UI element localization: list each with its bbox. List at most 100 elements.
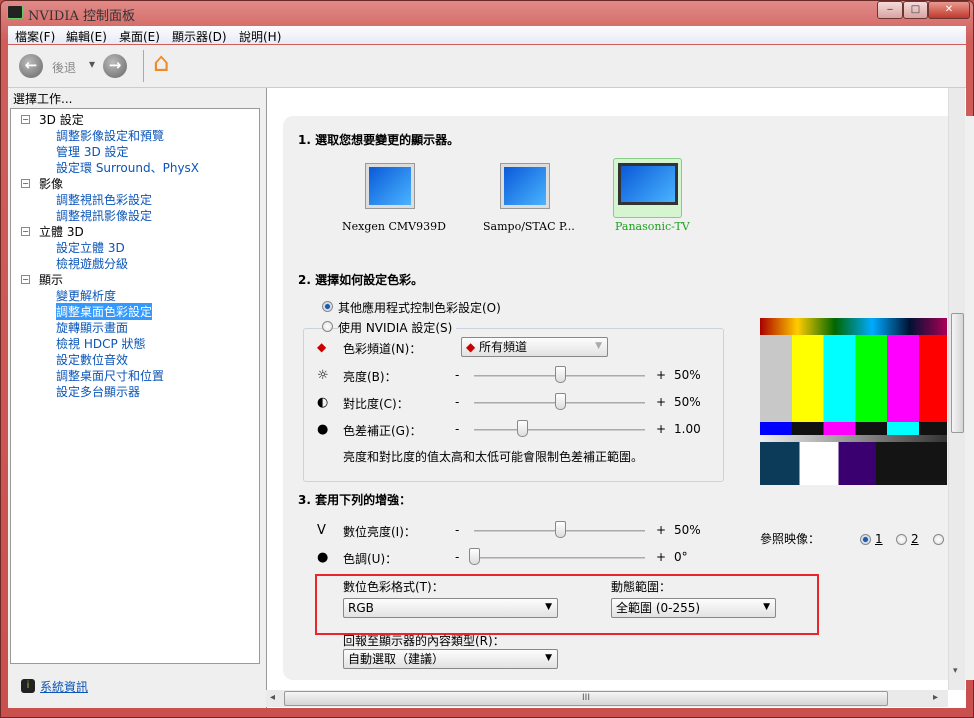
minimize-button[interactable]: ‒ — [877, 1, 903, 19]
slider-value: 50% — [674, 368, 701, 382]
menu-edit[interactable]: 編輯(E) — [66, 28, 107, 45]
reference-radio-3[interactable] — [933, 534, 944, 545]
collapse-icon[interactable]: − — [21, 227, 30, 236]
scroll-left-arrow[interactable]: ◂ — [270, 692, 275, 703]
vertical-scroll-thumb[interactable] — [951, 313, 964, 433]
section3-slider-label: 色調(U)： — [343, 552, 398, 566]
slider-thumb[interactable] — [469, 548, 480, 565]
chevron-down-icon: ▼ — [545, 653, 552, 663]
hue-icon: ● — [317, 550, 329, 565]
reference-radio-2[interactable] — [896, 534, 907, 545]
radio-nvidia-settings-label[interactable]: 使用 NVIDIA 設定(S) — [338, 319, 457, 336]
dynamic-range-dropdown[interactable]: 全範圍 (0-255) ▼ — [611, 598, 776, 618]
collapse-icon[interactable]: − — [21, 115, 30, 124]
tree-item[interactable]: 旋轉顯示畫面 — [56, 319, 128, 336]
color-channel-dropdown[interactable]: ◆ 所有頻道 ▼ — [461, 337, 608, 357]
slider-track[interactable] — [474, 557, 645, 559]
tree-category[interactable]: 立體 3D — [39, 223, 84, 240]
close-button[interactable]: ✕ — [928, 1, 970, 19]
menu-bar: 檔案(F) 編輯(E) 桌面(E) 顯示器(D) 說明(H) — [8, 26, 966, 44]
color-format-dropdown[interactable]: RGB ▼ — [343, 598, 558, 618]
system-info-icon: i — [21, 679, 35, 693]
slider-thumb[interactable] — [516, 420, 528, 437]
tree-item[interactable]: 設定環 Surround、PhysX — [56, 159, 199, 176]
display-panasonic-tv[interactable] — [613, 158, 682, 218]
minus-label: - — [455, 395, 460, 409]
menu-display[interactable]: 顯示器(D) — [172, 28, 227, 45]
vertical-scrollbar[interactable]: ▾ — [948, 88, 965, 690]
radio-nvidia-settings[interactable] — [322, 321, 333, 332]
color-bars — [760, 335, 947, 422]
sidebar-heading: 選擇工作... — [13, 92, 73, 106]
maximize-button[interactable]: □ — [903, 1, 928, 19]
back-button-label[interactable]: 後退 — [52, 59, 76, 76]
display-nexgen[interactable] — [350, 160, 430, 220]
tree-item-selected[interactable]: 調整桌面色彩設定 — [56, 303, 153, 320]
tree-item[interactable]: 設定立體 3D — [56, 239, 125, 256]
tree-category[interactable]: 顯示 — [39, 271, 63, 288]
plus-label: + — [656, 550, 667, 564]
slider-thumb[interactable] — [554, 393, 566, 410]
tree-item[interactable]: 變更解析度 — [56, 287, 116, 304]
radio-other-apps-label[interactable]: 其他應用程式控制色彩設定(O) — [338, 299, 501, 316]
plus-label: + — [656, 422, 667, 436]
slider-value: 50% — [674, 395, 701, 409]
tv-icon — [618, 163, 678, 205]
minus-label: - — [455, 368, 460, 382]
slider-thumb[interactable] — [554, 521, 566, 538]
back-history-dropdown[interactable]: ▾ — [89, 57, 95, 71]
content-type-label: 回報至顯示器的內容類型(R)： — [343, 634, 505, 648]
minus-label: - — [455, 523, 460, 537]
scroll-down-arrow[interactable]: ▾ — [953, 666, 958, 676]
tree-category[interactable]: 3D 設定 — [39, 111, 84, 128]
toolbar: ← 後退 ▾ → ⌂ — [8, 45, 966, 88]
reference-radio-2-label[interactable]: 2 — [911, 532, 919, 546]
collapse-icon[interactable]: − — [21, 275, 30, 284]
tree-item[interactable]: 檢視遊戲分級 — [56, 255, 128, 272]
home-icon[interactable]: ⌂ — [153, 48, 170, 78]
tree-item[interactable]: 管理 3D 設定 — [56, 143, 129, 160]
reverse-bars — [760, 422, 947, 435]
menu-desktop[interactable]: 桌面(E) — [119, 28, 160, 45]
chevron-down-icon: ▼ — [763, 602, 770, 612]
reference-radio-1[interactable] — [860, 534, 871, 545]
brightness-icon: ☼ — [317, 368, 329, 383]
content-type-value: 自動選取（建議） — [348, 652, 445, 666]
tree-item[interactable]: 調整視訊影像設定 — [56, 207, 152, 224]
tree-item[interactable]: 設定數位音效 — [56, 351, 128, 368]
radio-other-apps[interactable] — [322, 301, 333, 312]
tree-item[interactable]: 設定多台顯示器 — [56, 383, 140, 400]
forward-arrow-icon[interactable]: → — [103, 54, 127, 78]
plus-label: + — [656, 523, 667, 537]
reference-image-label: 參照映像： — [760, 532, 821, 546]
display-sampo[interactable] — [490, 160, 570, 220]
collapse-icon[interactable]: − — [21, 179, 30, 188]
menu-help[interactable]: 說明(H) — [239, 28, 281, 45]
reference-radio-1-label[interactable]: 1 — [875, 532, 883, 546]
slider-thumb[interactable] — [554, 366, 566, 383]
tree-item[interactable]: 調整桌面尺寸和位置 — [56, 367, 164, 384]
menu-file[interactable]: 檔案(F) — [15, 28, 55, 45]
slider-track[interactable] — [474, 429, 645, 431]
slider-value: 0° — [674, 550, 688, 564]
back-arrow-icon[interactable]: ← — [19, 54, 43, 78]
display-label[interactable]: Nexgen CMV939D — [342, 220, 446, 233]
color-channel-icon: ◆ — [317, 340, 327, 354]
tree-item[interactable]: 調整影像設定和預覽 — [56, 127, 164, 144]
pluge-bars — [760, 442, 947, 485]
tree-category[interactable]: 影像 — [39, 175, 63, 192]
tree-item[interactable]: 檢視 HDCP 狀態 — [56, 335, 146, 352]
tree-item[interactable]: 調整視訊色彩設定 — [56, 191, 152, 208]
window-title: NVIDIA 控制面板 — [28, 9, 135, 24]
display-label[interactable]: Sampo/STAC P... — [483, 220, 575, 233]
slider-value: 50% — [674, 523, 701, 537]
horizontal-scroll-thumb[interactable]: III — [284, 691, 888, 706]
horizontal-scrollbar[interactable]: III ◂ ▸ — [266, 690, 948, 707]
display-label-selected[interactable]: Panasonic-TV — [615, 220, 690, 233]
content-type-dropdown[interactable]: 自動選取（建議） ▼ — [343, 649, 558, 669]
scroll-right-arrow[interactable]: ▸ — [933, 692, 938, 703]
monitor-icon — [365, 163, 415, 209]
system-info-link[interactable]: 系統資訊 — [40, 678, 88, 695]
section2-slider-label: 亮度(B)： — [343, 370, 397, 384]
minus-label: - — [455, 422, 460, 436]
